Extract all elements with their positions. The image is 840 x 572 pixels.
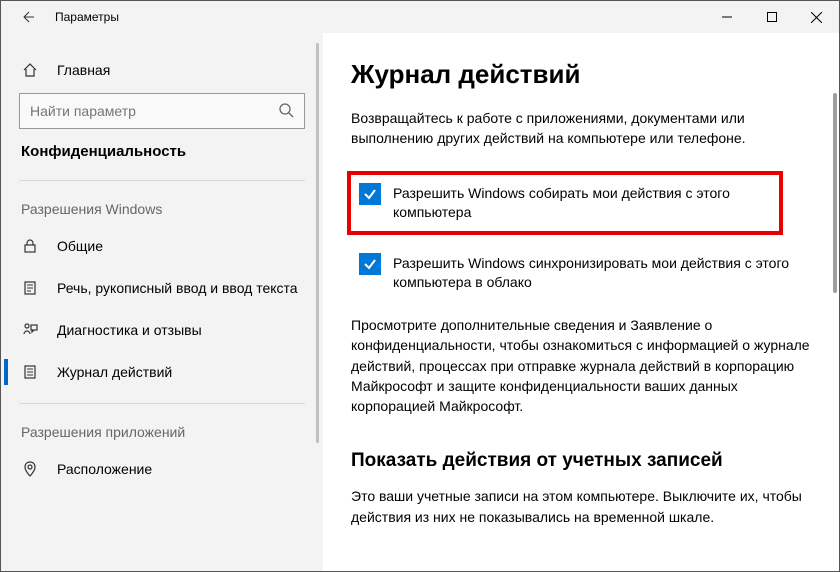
main-layout: Главная Конфиденциальность Разрешения Wi…	[1, 33, 839, 571]
checkbox-sync-activities[interactable]: Разрешить Windows синхронизировать мои д…	[351, 245, 811, 301]
back-button[interactable]	[19, 8, 37, 26]
group-label-permissions: Разрешения Windows	[1, 181, 323, 225]
maximize-icon	[767, 12, 777, 22]
lock-icon	[21, 237, 39, 255]
minimize-icon	[722, 12, 732, 22]
close-button[interactable]	[794, 1, 839, 33]
nav-item-diagnostics[interactable]: Диагностика и отзывы	[1, 309, 323, 351]
checkmark-icon	[363, 257, 377, 271]
page-description: Возвращайтесь к работе с приложениями, д…	[351, 108, 811, 149]
checkbox-label: Разрешить Windows синхронизировать мои д…	[393, 253, 803, 293]
nav-label: Расположение	[57, 461, 152, 477]
close-icon	[811, 12, 822, 23]
nav-item-general[interactable]: Общие	[1, 225, 323, 267]
history-icon	[21, 363, 39, 381]
search-box[interactable]	[19, 93, 305, 129]
group-label-apps: Разрешения приложений	[1, 404, 323, 448]
arrow-left-icon	[20, 9, 36, 25]
checkbox-collect-activities[interactable]: Разрешить Windows собирать мои действия …	[347, 171, 783, 235]
nav-label: Речь, рукописный ввод и ввод текста	[57, 280, 298, 296]
checkbox-label: Разрешить Windows собирать мои действия …	[393, 183, 771, 223]
section-title: Конфиденциальность	[1, 143, 323, 180]
nav-label: Журнал действий	[57, 364, 172, 380]
location-icon	[21, 460, 39, 478]
nav-label: Диагностика и отзывы	[57, 322, 202, 338]
checkbox-input[interactable]	[359, 253, 381, 275]
search-icon	[278, 102, 294, 121]
nav-item-location[interactable]: Расположение	[1, 448, 323, 490]
checkmark-icon	[363, 187, 377, 201]
window-controls	[704, 1, 839, 33]
section-heading: Показать действия от учетных записей	[351, 450, 811, 472]
feedback-icon	[21, 321, 39, 339]
titlebar: Параметры	[1, 1, 839, 33]
home-label: Главная	[57, 62, 110, 78]
window-title: Параметры	[55, 10, 119, 24]
checkbox-input[interactable]	[359, 183, 381, 205]
nav-label: Общие	[57, 238, 103, 254]
home-nav[interactable]: Главная	[1, 51, 323, 93]
minimize-button[interactable]	[704, 1, 749, 33]
content-pane: Журнал действий Возвращайтесь к работе с…	[323, 33, 839, 571]
content-scrollbar[interactable]	[833, 93, 837, 293]
sidebar: Главная Конфиденциальность Разрешения Wi…	[1, 33, 323, 571]
search-input[interactable]	[30, 103, 278, 119]
home-icon	[21, 61, 39, 79]
maximize-button[interactable]	[749, 1, 794, 33]
page-title: Журнал действий	[351, 59, 811, 90]
clipboard-icon	[21, 279, 39, 297]
nav-item-activity-history[interactable]: Журнал действий	[1, 351, 323, 393]
nav-item-speech[interactable]: Речь, рукописный ввод и ввод текста	[1, 267, 323, 309]
section-description: Это ваши учетные записи на этом компьюте…	[351, 486, 811, 527]
info-paragraph: Просмотрите дополнительные сведения и За…	[351, 315, 811, 416]
